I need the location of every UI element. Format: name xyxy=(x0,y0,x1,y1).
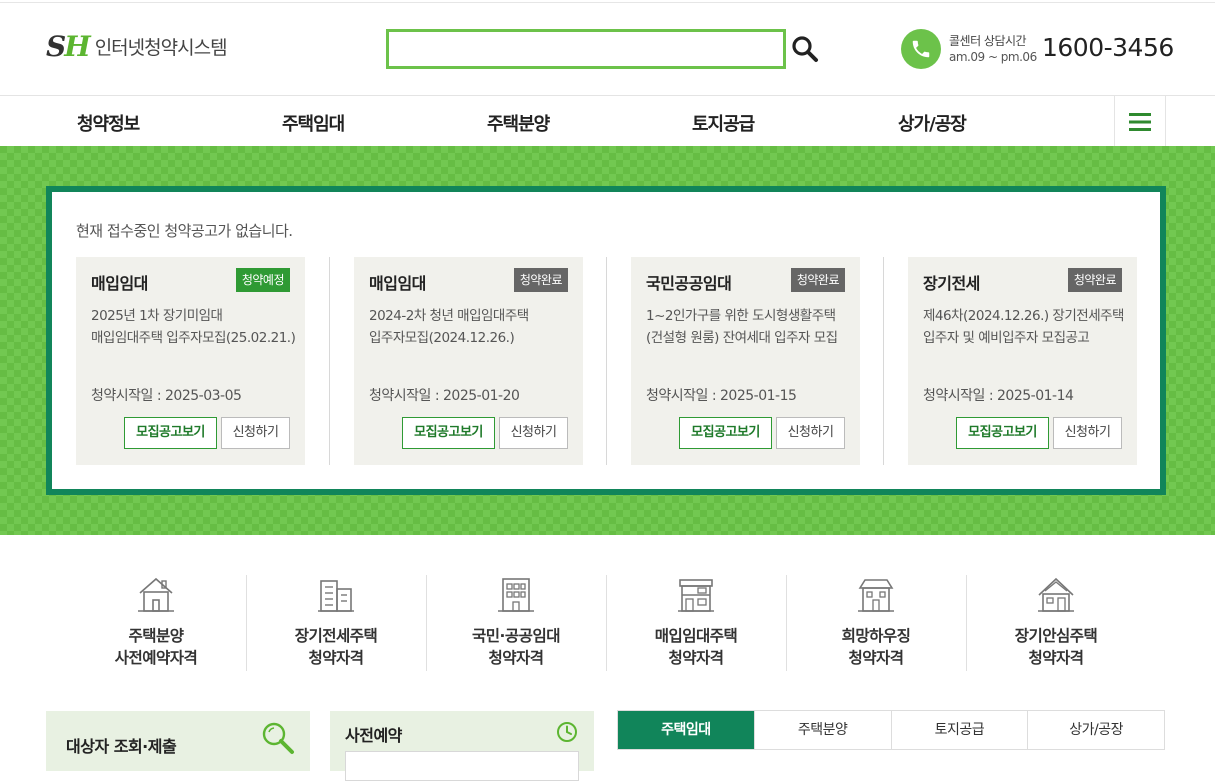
card-divider xyxy=(606,257,607,465)
notice-card: 장기전세 청약완료 제46차(2024.12.26.) 장기전세주택 입주자 및… xyxy=(908,257,1137,465)
nav-item-commercial-factory[interactable]: 상가/공장 xyxy=(898,110,967,136)
qual-link-long-term-jeonse[interactable]: 장기전세주택 청약자격 xyxy=(246,575,426,671)
call-center-number: 1600-3456 xyxy=(1042,33,1174,62)
qual-link-safe-housing[interactable]: 장기안심주택 청약자격 xyxy=(966,575,1146,671)
card-category: 매입임대 xyxy=(369,274,426,293)
view-notice-button[interactable]: 모집공고보기 xyxy=(124,417,217,449)
qual-label: 희망하우징 청약자격 xyxy=(841,627,911,667)
qual-link-hope-housing[interactable]: 희망하우징 청약자격 xyxy=(786,575,966,671)
notice-tabs: 주택임대 주택분양 토지공급 상가/공장 xyxy=(617,710,1165,750)
safe-house-icon xyxy=(1038,577,1074,612)
qual-label: 주택분양 사전예약자격 xyxy=(114,627,198,667)
target-lookup-title: 대상자 조회·제출 xyxy=(66,737,177,756)
view-notice-button[interactable]: 모집공고보기 xyxy=(956,417,1049,449)
sh-logo-mark: SH xyxy=(46,30,91,63)
tab-housing-sale[interactable]: 주택분양 xyxy=(753,711,891,749)
magnifier-icon xyxy=(262,722,294,754)
search-button[interactable] xyxy=(790,34,820,64)
prebooking-content xyxy=(345,751,579,781)
search-icon xyxy=(792,36,818,62)
tab-commercial-factory[interactable]: 상가/공장 xyxy=(1027,711,1164,749)
main-nav: 청약정보 주택임대 주택분양 토지공급 상가/공장 xyxy=(0,95,1215,147)
card-category: 국민공공임대 xyxy=(646,274,732,293)
search-input[interactable] xyxy=(389,32,783,66)
clock-icon xyxy=(557,722,577,742)
nav-item-land-supply[interactable]: 토지공급 xyxy=(692,110,755,136)
qual-label: 장기안심주택 청약자격 xyxy=(1014,627,1098,667)
notice-message: 현재 접수중인 청약공고가 없습니다. xyxy=(76,222,293,240)
top-border-line xyxy=(0,0,1215,3)
status-badge: 청약완료 xyxy=(790,268,845,292)
logo-text: 인터넷청약시스템 xyxy=(94,37,228,59)
status-badge: 청약완료 xyxy=(513,268,568,292)
prebooking-panel: 사전예약 xyxy=(330,711,594,781)
phone-badge xyxy=(901,29,941,69)
status-badge: 청약예정 xyxy=(235,268,290,292)
search-box xyxy=(386,29,786,69)
call-center-label: 콜센터 상담시간 xyxy=(949,34,1027,48)
qual-link-housing-prebooking[interactable]: 주택분양 사전예약자격 xyxy=(66,575,246,671)
prebooking-title: 사전예약 xyxy=(345,726,402,745)
card-title[interactable]: 1~2인가구를 위한 도시형생활주택(건설형 원룸) 잔여세대 입주자 모집 xyxy=(646,305,851,349)
all-menu-button[interactable] xyxy=(1114,96,1166,147)
hamburger-icon xyxy=(1129,112,1151,131)
apply-button[interactable]: 신청하기 xyxy=(499,417,568,449)
qual-label: 장기전세주택 청약자격 xyxy=(294,627,378,667)
qual-link-public-rental[interactable]: 국민·공공임대 청약자격 xyxy=(426,575,606,671)
card-start-date: 청약시작일 : 2025-01-15 xyxy=(646,388,797,404)
qual-link-purchase-rental[interactable]: 매입임대주택 청약자격 xyxy=(606,575,786,671)
apartment-icon xyxy=(318,580,354,612)
view-notice-button[interactable]: 모집공고보기 xyxy=(402,417,495,449)
target-lookup-panel[interactable]: 대상자 조회·제출 xyxy=(46,711,310,771)
nav-item-rental-housing[interactable]: 주택임대 xyxy=(282,110,345,136)
card-title[interactable]: 제46차(2024.12.26.) 장기전세주택 입주자 및 예비입주자 모집공… xyxy=(923,305,1128,349)
card-divider xyxy=(883,257,884,465)
apply-button[interactable]: 신청하기 xyxy=(1053,417,1122,449)
apply-button[interactable]: 신청하기 xyxy=(221,417,290,449)
view-notice-button[interactable]: 모집공고보기 xyxy=(679,417,772,449)
card-title[interactable]: 2024-2차 청년 매입임대주택 입주자모집(2024.12.26.) xyxy=(369,305,574,349)
townhouse-icon xyxy=(678,579,714,612)
card-category: 장기전세 xyxy=(923,274,980,293)
card-title[interactable]: 2025년 1차 장기미임대 매입임대주택 입주자모집(25.02.21.) xyxy=(91,305,296,349)
dormitory-icon xyxy=(858,579,894,612)
notice-card: 국민공공임대 청약완료 1~2인가구를 위한 도시형생활주택(건설형 원룸) 잔… xyxy=(631,257,860,465)
apply-button[interactable]: 신청하기 xyxy=(776,417,845,449)
card-start-date: 청약시작일 : 2025-01-14 xyxy=(923,388,1074,404)
notice-box: 현재 접수중인 청약공고가 없습니다. 매입임대 청약예정 2025년 1차 장… xyxy=(46,186,1166,495)
call-center-hours: am.09 ~ pm.06 xyxy=(949,50,1037,64)
site-logo[interactable]: SH 인터넷청약시스템 xyxy=(46,30,228,63)
qual-label: 매입임대주택 청약자격 xyxy=(654,627,738,667)
tab-land-supply[interactable]: 토지공급 xyxy=(890,711,1028,749)
nav-item-subscription-info[interactable]: 청약정보 xyxy=(77,110,140,136)
card-start-date: 청약시작일 : 2025-03-05 xyxy=(91,388,242,404)
tab-rental-housing[interactable]: 주택임대 xyxy=(618,711,754,749)
status-badge: 청약완료 xyxy=(1067,268,1122,292)
phone-icon xyxy=(912,40,930,58)
card-start-date: 청약시작일 : 2025-01-20 xyxy=(369,388,520,404)
notice-card: 매입임대 청약예정 2025년 1차 장기미임대 매입임대주택 입주자모집(25… xyxy=(76,257,305,465)
card-divider xyxy=(329,257,330,465)
building-icon xyxy=(498,578,534,612)
hero-banner: 현재 접수중인 청약공고가 없습니다. 매입임대 청약예정 2025년 1차 장… xyxy=(0,146,1215,535)
notice-card: 매입임대 청약완료 2024-2차 청년 매입임대주택 입주자모집(2024.1… xyxy=(354,257,583,465)
nav-item-housing-sale[interactable]: 주택분양 xyxy=(487,110,550,136)
house-icon xyxy=(138,577,174,612)
qual-label: 국민·공공임대 청약자격 xyxy=(472,627,560,667)
card-category: 매입임대 xyxy=(91,274,148,293)
